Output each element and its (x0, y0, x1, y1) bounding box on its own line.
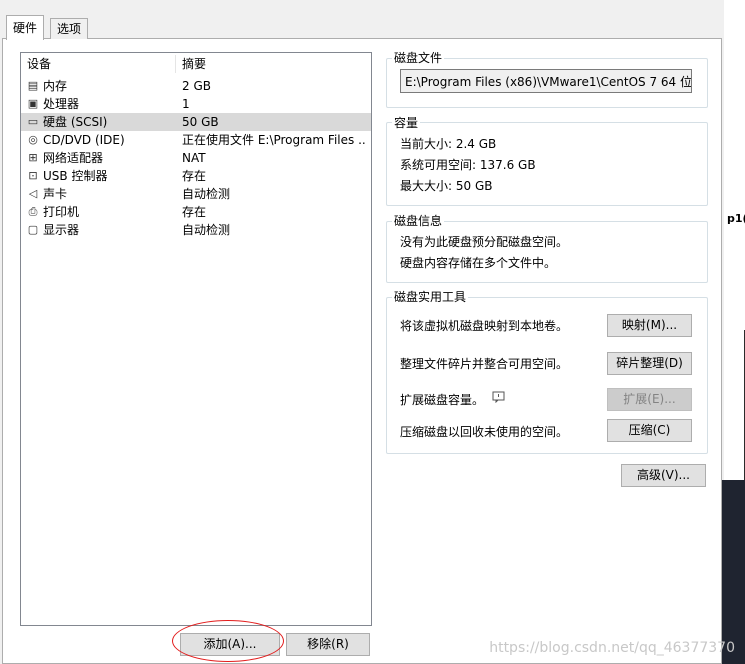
device-row-processor[interactable]: ▣ 处理器 1 (21, 95, 371, 113)
device-row-cd-dvd[interactable]: ◎ CD/DVD (IDE) 正在使用文件 E:\Program Files .… (21, 131, 371, 149)
device-row-hard-disk[interactable]: ▭ 硬盘 (SCSI) 50 GB (21, 113, 371, 131)
disk-file-path-field[interactable]: E:\Program Files (x86)\VMware1\CentOS 7 … (400, 69, 692, 93)
system-free-space-text: 系统可用空间: 137.6 GB (400, 158, 536, 172)
expand-description: 扩展磁盘容量。 (400, 393, 485, 407)
device-summary: 1 (182, 97, 190, 111)
sound-card-icon: ◁ (28, 187, 38, 200)
disk-info-line-2: 硬盘内容存储在多个文件中。 (400, 256, 557, 270)
info-comment-icon[interactable] (492, 391, 506, 404)
column-header-device[interactable]: 设备 (27, 53, 51, 75)
device-name: 声卡 (43, 187, 68, 201)
device-name: 处理器 (43, 97, 80, 111)
device-row-sound-card[interactable]: ◁ 声卡 自动检测 (21, 185, 371, 203)
device-summary: 存在 (182, 169, 207, 183)
device-summary: 自动检测 (182, 223, 231, 237)
device-row-network-adapter[interactable]: ⊞ 网络适配器 NAT (21, 149, 371, 167)
display-icon: ▢ (27, 223, 39, 236)
tab-bar: 硬件 选项 (0, 0, 730, 40)
device-row-memory[interactable]: ▤ 内存 2 GB (21, 77, 371, 95)
max-size-text: 最大大小: 50 GB (400, 179, 493, 193)
cd-dvd-icon: ◎ (28, 133, 38, 146)
memory-icon: ▤ (27, 79, 39, 92)
column-separator[interactable] (175, 55, 176, 73)
hard-disk-icon: ▭ (27, 115, 39, 128)
disk-file-title: 磁盘文件 (392, 51, 445, 65)
watermark-text: https://blog.csdn.net/qq_46377370 (489, 640, 735, 656)
device-list[interactable]: 设备 摘要 ▤ 内存 2 GB ▣ 处理器 1 ▭ 硬盘 (SCSI) 50 G… (20, 52, 372, 626)
network-adapter-icon: ⊞ (28, 151, 38, 164)
current-size-text: 当前大小: 2.4 GB (400, 137, 497, 151)
background-dark-block (720, 480, 745, 664)
device-summary: 正在使用文件 E:\Program Files ... (182, 133, 367, 147)
remove-device-button[interactable]: 移除(R) (286, 633, 370, 656)
device-row-display[interactable]: ▢ 显示器 自动检测 (21, 221, 371, 239)
defrag-description: 整理文件碎片并整合可用空间。 (400, 357, 569, 371)
column-header-summary[interactable]: 摘要 (182, 53, 206, 75)
compact-button[interactable]: 压缩(C) (607, 419, 692, 442)
device-summary: 2 GB (182, 79, 211, 93)
device-summary: 存在 (182, 205, 207, 219)
highlight-annotation (172, 620, 284, 662)
device-name: 网络适配器 (43, 151, 104, 165)
compact-description: 压缩磁盘以回收未使用的空间。 (400, 425, 569, 439)
disk-utilities-title: 磁盘实用工具 (392, 290, 469, 304)
device-summary: 自动检测 (182, 187, 231, 201)
device-row-usb-controller[interactable]: ⊡ USB 控制器 存在 (21, 167, 371, 185)
tab-hardware[interactable]: 硬件 (6, 15, 45, 40)
processor-icon: ▣ (27, 97, 39, 110)
background-text-fragment: p1( (727, 212, 745, 225)
device-row-printer[interactable]: ⎙ 打印机 存在 (21, 203, 371, 221)
map-description: 将该虚拟机磁盘映射到本地卷。 (400, 319, 569, 333)
device-name: 打印机 (43, 205, 80, 219)
device-name: 显示器 (43, 223, 80, 237)
usb-controller-icon: ⊡ (28, 169, 38, 182)
advanced-button[interactable]: 高级(V)... (621, 464, 706, 487)
expand-button[interactable]: 扩展(E)... (607, 388, 692, 411)
device-name: 硬盘 (SCSI) (43, 115, 108, 129)
disk-info-line-1: 没有为此硬盘预分配磁盘空间。 (400, 235, 569, 249)
tab-options[interactable]: 选项 (50, 18, 89, 39)
capacity-title: 容量 (392, 116, 421, 130)
map-button[interactable]: 映射(M)... (607, 314, 692, 337)
device-name: 内存 (43, 79, 68, 93)
disk-info-title: 磁盘信息 (392, 214, 445, 228)
device-summary: NAT (182, 151, 206, 165)
printer-icon: ⎙ (28, 205, 38, 218)
device-summary: 50 GB (182, 115, 219, 129)
device-name: CD/DVD (IDE) (43, 133, 125, 147)
device-name: USB 控制器 (43, 169, 108, 183)
defragment-button[interactable]: 碎片整理(D) (607, 352, 692, 375)
disk-info-group (386, 221, 708, 283)
